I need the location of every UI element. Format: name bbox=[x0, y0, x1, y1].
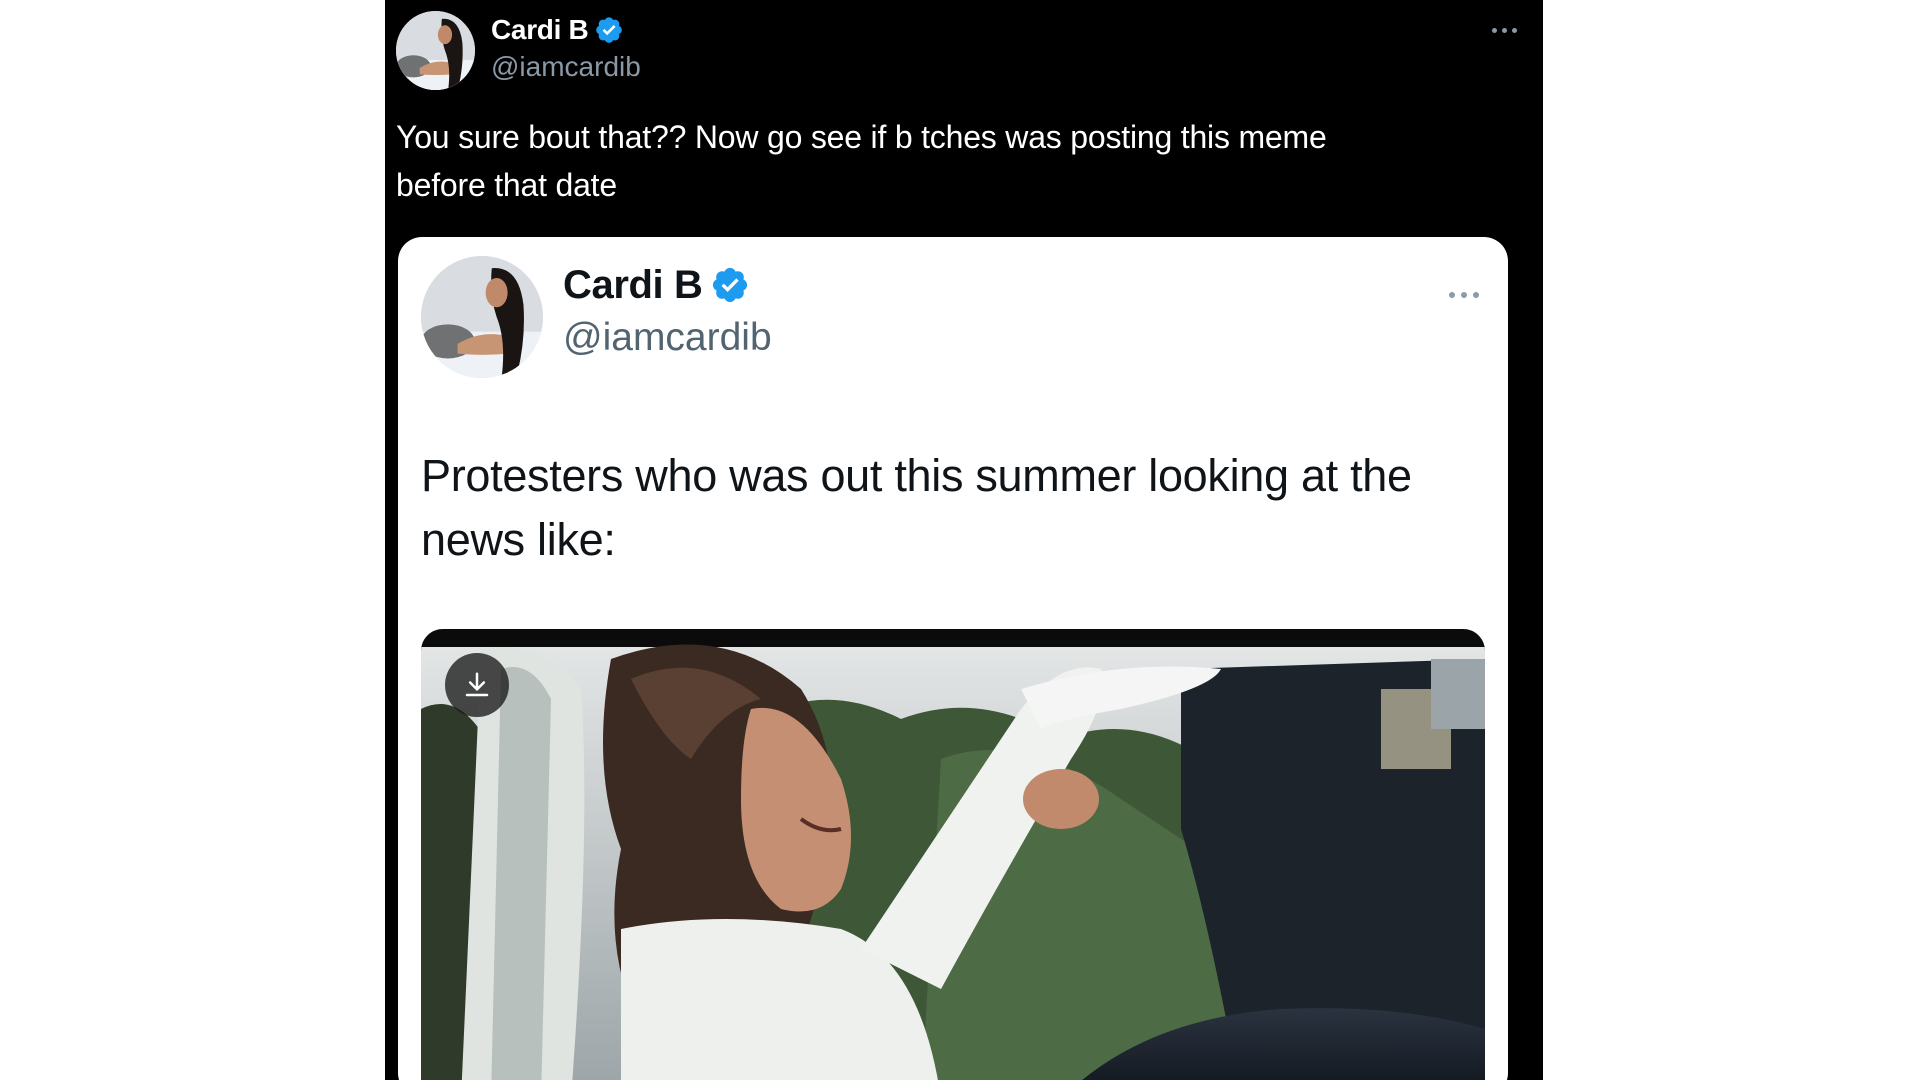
dot bbox=[1473, 292, 1479, 298]
tweet-text-line: news like: bbox=[421, 514, 616, 565]
dot bbox=[1461, 292, 1467, 298]
avatar-photo bbox=[396, 11, 475, 90]
tweet-text: You sure bout that?? Now go see if b tch… bbox=[396, 113, 1516, 209]
avatar[interactable] bbox=[396, 11, 475, 90]
name-row: Cardi B bbox=[491, 12, 624, 48]
verified-badge-icon bbox=[596, 17, 623, 43]
handle[interactable]: @iamcardib bbox=[563, 316, 772, 360]
gif-frame bbox=[421, 629, 1485, 1080]
more-options-icon[interactable] bbox=[1482, 15, 1526, 45]
avatar-photo bbox=[421, 256, 543, 378]
verified-badge-icon bbox=[713, 267, 748, 303]
tweet-text-line: You sure bout that?? Now go see if b tch… bbox=[396, 119, 1327, 155]
outer-tweet-header: Cardi B @iamcardib bbox=[396, 11, 1526, 91]
display-name[interactable]: Cardi B bbox=[491, 14, 589, 46]
download-button[interactable] bbox=[445, 653, 509, 717]
display-name[interactable]: Cardi B bbox=[563, 263, 703, 308]
tweet-text-line: Protesters who was out this summer looki… bbox=[421, 450, 1412, 501]
download-icon bbox=[465, 672, 489, 697]
tweet-text-line: before that date bbox=[396, 167, 617, 203]
quoted-tweet-card[interactable]: Cardi B @iamcardib Protesters who was ou… bbox=[398, 237, 1508, 1080]
handle[interactable]: @iamcardib bbox=[491, 51, 641, 83]
media-gif[interactable] bbox=[421, 629, 1485, 1080]
more-options-icon[interactable] bbox=[1442, 280, 1486, 310]
dot bbox=[1501, 27, 1507, 33]
dot bbox=[1491, 27, 1497, 33]
tweet-text: Protesters who was out this summer looki… bbox=[421, 444, 1491, 572]
tweet-panel: Cardi B @iamcardib You sure bout that?? … bbox=[385, 0, 1543, 1080]
avatar[interactable] bbox=[421, 256, 543, 378]
page: Cardi B @iamcardib You sure bout that?? … bbox=[0, 0, 1920, 1080]
dot bbox=[1511, 27, 1517, 33]
name-row: Cardi B bbox=[563, 261, 750, 309]
dot bbox=[1449, 292, 1455, 298]
